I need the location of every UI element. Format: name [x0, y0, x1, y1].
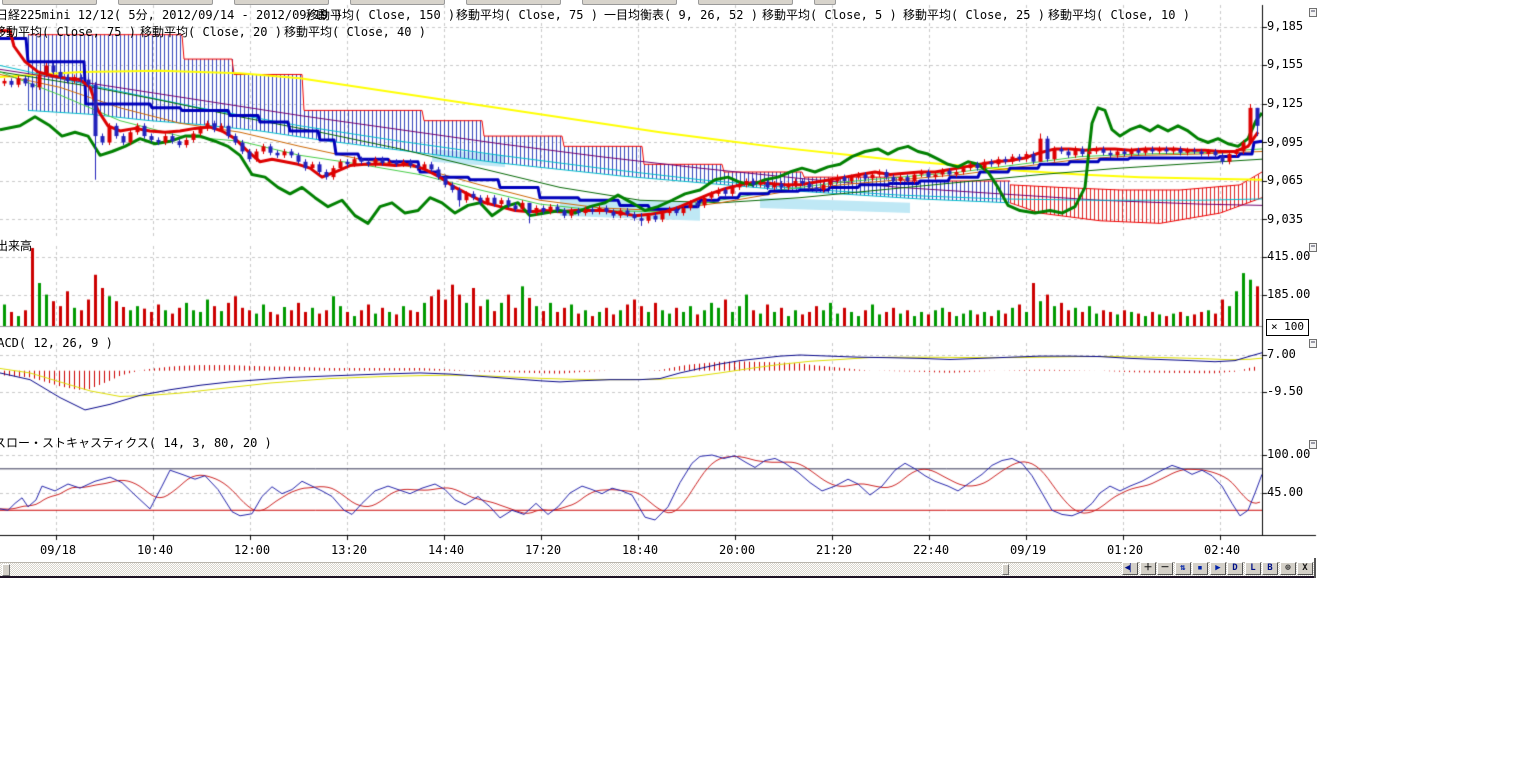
macd-axis-label: 7.00 [1267, 348, 1296, 361]
price-axis-label: 9,035 [1267, 213, 1303, 226]
window-bottom-edge [0, 576, 1316, 578]
legend-item: 移動平均( Close, 40 ) [284, 26, 426, 39]
price-axis-label: 9,095 [1267, 136, 1303, 149]
toolbar-button-bottom[interactable] [466, 0, 561, 5]
chart-tool-button[interactable]: ▪ [1192, 562, 1208, 575]
stochastics-pane-label: スロー・ストキャスティクス( 14, 3, 80, 20 ) [0, 437, 272, 450]
pane-resize-handle-icon[interactable] [1309, 440, 1317, 449]
toolbar-button-bottom[interactable] [582, 0, 677, 5]
toolbar-button-bottom[interactable] [2, 0, 97, 5]
chart-tool-button[interactable]: L [1245, 562, 1261, 575]
volume-axis-label: 185.00 [1267, 288, 1310, 301]
time-axis-label: 02:40 [1204, 544, 1240, 557]
time-axis-label: 10:40 [137, 544, 173, 557]
chart-tool-button[interactable]: ▶ [1210, 562, 1226, 575]
toolbar-button-bottom[interactable] [234, 0, 329, 5]
chart-tool-button[interactable]: B [1262, 562, 1278, 575]
legend-item: 一目均衡表( 9, 26, 52 ) [604, 9, 758, 22]
stoch-axis-label: 45.00 [1267, 486, 1303, 499]
time-axis-label: 09/19 [1010, 544, 1046, 557]
volume-pane-label: 出来高 [0, 240, 32, 253]
price-axis-label: 9,125 [1267, 97, 1303, 110]
chart-tool-button[interactable]: D [1227, 562, 1243, 575]
toolbar-button-bottom[interactable] [350, 0, 445, 5]
toolbar-button-bottom[interactable] [698, 0, 793, 5]
time-axis-label: 18:40 [622, 544, 658, 557]
chart-tool-button[interactable]: X [1297, 562, 1313, 575]
toolbar-button-bottom[interactable] [118, 0, 213, 5]
toolbar-button-bottom[interactable] [814, 0, 836, 5]
price-axis-label: 9,065 [1267, 174, 1303, 187]
pane-resize-handle-icon[interactable] [1309, 243, 1317, 252]
chart-tool-button[interactable]: － [1157, 562, 1173, 575]
stoch-axis-label: 100.00 [1267, 448, 1310, 461]
pane-resize-handle-icon[interactable] [1309, 8, 1317, 17]
scrollbar-thumb[interactable] [2, 564, 10, 576]
legend-item: 移動平均( Close, 20 ) [140, 26, 282, 39]
time-axis-label: 12:00 [234, 544, 270, 557]
chart-application-window: 日経225mini 12/12( 5分, 2012/09/14 - 2012/0… [0, 0, 1520, 772]
legend-item: 移動平均( Close, 75 ) [456, 9, 598, 22]
volume-unit-multiplier-badge: × 100 [1266, 319, 1309, 336]
pane-resize-handle-icon[interactable] [1309, 339, 1317, 348]
horizontal-scrollbar[interactable]: ► [0, 562, 1316, 577]
macd-pane-label: MACD( 12, 26, 9 ) [0, 337, 113, 350]
macd-axis-label: -9.50 [1267, 385, 1303, 398]
volume-axis-label: 415.00 [1267, 250, 1310, 263]
price-axis-label: 9,155 [1267, 58, 1303, 71]
legend-item: 移動平均( Close, 75 ) [0, 26, 136, 39]
time-axis-label: 21:20 [816, 544, 852, 557]
legend-item: 移動平均( Close, 150 ) [306, 9, 455, 22]
zoom-slider-thumb[interactable] [1002, 564, 1009, 575]
chart-tool-button[interactable]: ＋ [1140, 562, 1156, 575]
legend-item: 日経225mini 12/12( 5分, 2012/09/14 - 2012/0… [0, 9, 343, 22]
chart-tool-button[interactable]: ⊕ [1280, 562, 1296, 575]
legend-item: 移動平均( Close, 25 ) [903, 9, 1045, 22]
chart-tool-button[interactable]: ◀▏ [1122, 562, 1138, 575]
chart-tool-button[interactable]: ⇅ [1175, 562, 1191, 575]
time-axis-label: 01:20 [1107, 544, 1143, 557]
time-axis-label: 22:40 [913, 544, 949, 557]
time-axis-label: 09/18 [40, 544, 76, 557]
time-axis-label: 13:20 [331, 544, 367, 557]
legend-item: 移動平均( Close, 10 ) [1048, 9, 1190, 22]
time-axis-label: 17:20 [525, 544, 561, 557]
time-axis-label: 14:40 [428, 544, 464, 557]
legend-item: 移動平均( Close, 5 ) [762, 9, 897, 22]
window-right-edge [1314, 558, 1316, 578]
price-axis-label: 9,185 [1267, 20, 1303, 33]
time-axis-label: 20:00 [719, 544, 755, 557]
